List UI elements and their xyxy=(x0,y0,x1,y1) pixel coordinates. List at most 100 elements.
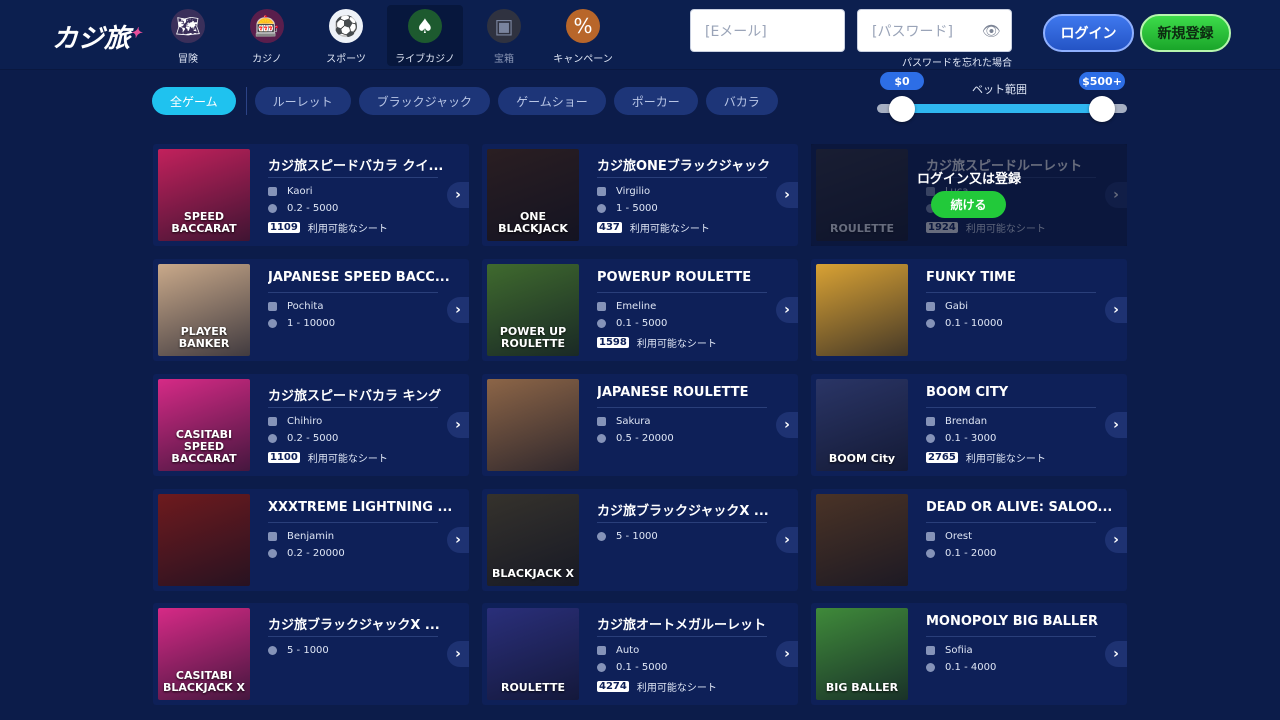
bet-limit: 0.1 - 3000 xyxy=(945,433,997,444)
game-thumbnail[interactable] xyxy=(158,494,250,586)
forgot-password-link[interactable]: パスワードを忘れた場合 xyxy=(902,54,1012,69)
slot-machine-icon: 🎰 xyxy=(250,9,284,43)
eye-icon[interactable]: 👁 xyxy=(982,22,1001,40)
chevron-right-icon[interactable]: › xyxy=(447,412,469,438)
dealer-icon xyxy=(926,302,935,311)
game-card[interactable]: XXXTREME LIGHTNING ... Benjamin 0.2 - 2000… xyxy=(153,489,469,591)
dealer-icon xyxy=(268,187,277,196)
logo[interactable]: カジ旅✦ xyxy=(52,18,142,55)
game-thumbnail[interactable] xyxy=(487,379,579,471)
chevron-right-icon[interactable]: › xyxy=(1105,641,1127,667)
filter-blackjack[interactable]: ブラックジャック xyxy=(358,87,491,115)
game-card[interactable]: FUNKY TIME Gabi 0.1 - 10000 › xyxy=(811,259,1127,361)
chevron-right-icon[interactable]: › xyxy=(1105,412,1127,438)
game-thumbnail[interactable]: BOOM City xyxy=(816,379,908,471)
filter-all-games[interactable]: 全ゲーム xyxy=(152,87,236,115)
game-title[interactable]: MONOPOLY BIG BALLER xyxy=(926,614,1116,629)
game-thumbnail[interactable]: ROULETTE xyxy=(487,608,579,700)
chevron-right-icon[interactable]: › xyxy=(776,527,798,553)
game-card[interactable]: DEAD OR ALIVE: SALOO... Orest 0.1 - 2000 › xyxy=(811,489,1127,591)
bet-min-handle[interactable] xyxy=(889,96,915,122)
chip-icon xyxy=(268,646,277,655)
chevron-right-icon[interactable]: › xyxy=(1105,297,1127,323)
game-thumbnail[interactable]: CASITABI SPEED BACCARAT xyxy=(158,379,250,471)
game-card[interactable]: SPEED BACCARAT カジ旅スピードバカラ クイ... Kaori 0.2 -… xyxy=(153,144,469,246)
bet-limit: 1 - 10000 xyxy=(287,318,336,329)
register-button[interactable]: 新規登録 xyxy=(1140,14,1231,52)
email-field[interactable]: [Eメール] xyxy=(690,9,845,52)
nav-campaign[interactable]: % キャンペーン xyxy=(545,5,621,66)
dealer-icon xyxy=(926,532,935,541)
game-title[interactable]: DEAD OR ALIVE: SALOO... xyxy=(926,500,1116,515)
game-title[interactable]: カジ旅ブラックジャックX ... xyxy=(268,614,458,633)
bet-limit-row: 1 - 10000 xyxy=(268,318,335,329)
chevron-right-icon[interactable]: › xyxy=(1105,527,1127,553)
game-card[interactable]: ONE BLACKJACK カジ旅ONEブラックジャック Virgilio 1 - 5… xyxy=(482,144,798,246)
seats-count: 1100 xyxy=(268,452,300,463)
nav-treasure[interactable]: ▣ 宝箱 xyxy=(466,5,542,66)
filter-baccarat[interactable]: バカラ xyxy=(705,87,778,115)
game-title[interactable]: カジ旅スピードバカラ クイ... xyxy=(268,155,458,174)
game-card[interactable]: POWER UP ROULETTE POWERUP ROULETTE Emeline… xyxy=(482,259,798,361)
game-card[interactable]: BLACKJACK X カジ旅ブラックジャックX ... 5 - 1000 › xyxy=(482,489,798,591)
nav-adventure[interactable]: 🗺 冒険 xyxy=(150,5,226,66)
game-title[interactable]: カジ旅ONEブラックジャック xyxy=(597,155,787,174)
game-thumbnail[interactable]: SPEED BACCARAT xyxy=(158,149,250,241)
chevron-right-icon[interactable]: › xyxy=(776,297,798,323)
game-card[interactable]: JAPANESE ROULETTE Sakura 0.5 - 20000 › xyxy=(482,374,798,476)
chevron-right-icon[interactable]: › xyxy=(447,527,469,553)
game-thumbnail[interactable]: BIG BALLER xyxy=(816,608,908,700)
game-filters: 全ゲーム ルーレット ブラックジャック ゲームショー ポーカー バカラ xyxy=(152,87,786,115)
chevron-right-icon[interactable]: › xyxy=(776,412,798,438)
game-card[interactable]: BOOM City BOOM CITY Brendan 0.1 - 3000 2765 利… xyxy=(811,374,1127,476)
bet-limit: 0.2 - 20000 xyxy=(287,548,345,559)
game-thumbnail[interactable]: POWER UP ROULETTE xyxy=(487,264,579,356)
game-thumbnail[interactable]: CASITABI BLACKJACK X xyxy=(158,608,250,700)
bet-limit-row: 0.1 - 5000 xyxy=(597,318,667,329)
seats-label: 利用可能なシート xyxy=(965,454,1046,465)
game-card[interactable]: BIG BALLER MONOPOLY BIG BALLER Sofiia 0.1 -… xyxy=(811,603,1127,705)
game-card[interactable]: CASITABI SPEED BACCARAT カジ旅スピードバカラ キング Chi… xyxy=(153,374,469,476)
seats-label: 利用可能なシート xyxy=(629,224,710,235)
percent-badge-icon: % xyxy=(566,9,600,43)
dealer-row: Virgilio xyxy=(597,186,650,197)
game-title[interactable]: BOOM CITY xyxy=(926,385,1116,400)
chevron-right-icon[interactable]: › xyxy=(447,641,469,667)
game-thumbnail[interactable]: BLACKJACK X xyxy=(487,494,579,586)
game-card[interactable]: PLAYER BANKER JAPANESE SPEED BACC... Pochi… xyxy=(153,259,469,361)
game-title[interactable]: POWERUP ROULETTE xyxy=(597,270,787,285)
game-card[interactable]: ROULETTE カジ旅オートメガルーレット Auto 0.1 - 5000 4274 利… xyxy=(482,603,798,705)
filter-game-show[interactable]: ゲームショー xyxy=(498,87,606,115)
nav-sports[interactable]: ⚽ スポーツ xyxy=(308,5,384,66)
game-title[interactable]: XXXTREME LIGHTNING ... xyxy=(268,500,458,515)
nav-live-casino[interactable]: ♠ ライブカジノ xyxy=(387,5,463,66)
chevron-right-icon[interactable]: › xyxy=(447,297,469,323)
chevron-right-icon[interactable]: › xyxy=(776,182,798,208)
game-thumbnail[interactable] xyxy=(816,264,908,356)
dealer-name: Pochita xyxy=(287,301,324,312)
game-title[interactable]: カジ旅スピードバカラ キング xyxy=(268,385,458,404)
continue-button[interactable]: 続ける xyxy=(931,191,1006,218)
game-title[interactable]: FUNKY TIME xyxy=(926,270,1116,285)
filter-roulette[interactable]: ルーレット xyxy=(254,87,351,115)
game-title[interactable]: カジ旅ブラックジャックX ... xyxy=(597,500,787,519)
game-thumbnail[interactable] xyxy=(816,494,908,586)
game-thumbnail[interactable]: PLAYER BANKER xyxy=(158,264,250,356)
game-title[interactable]: JAPANESE ROULETTE xyxy=(597,385,787,400)
game-card[interactable]: CASITABI BLACKJACK X カジ旅ブラックジャックX ... 5 - … xyxy=(153,603,469,705)
bet-limit-row: 0.1 - 2000 xyxy=(926,548,996,559)
dealer-row: Sofiia xyxy=(926,645,973,656)
bet-limit-row: 0.2 - 5000 xyxy=(268,433,338,444)
bet-max-handle[interactable] xyxy=(1089,96,1115,122)
game-title[interactable]: カジ旅オートメガルーレット xyxy=(597,614,787,633)
login-button[interactable]: ログイン xyxy=(1043,14,1134,52)
chip-icon xyxy=(268,204,277,213)
seats-label: 利用可能なシート xyxy=(307,454,388,465)
nav-casino[interactable]: 🎰 カジノ xyxy=(229,5,305,66)
filter-poker[interactable]: ポーカー xyxy=(613,87,698,115)
game-thumbnail[interactable]: ONE BLACKJACK xyxy=(487,149,579,241)
game-title[interactable]: JAPANESE SPEED BACC... xyxy=(268,270,458,285)
chevron-right-icon[interactable]: › xyxy=(447,182,469,208)
password-field[interactable]: [パスワード] 👁 xyxy=(857,9,1012,52)
chevron-right-icon[interactable]: › xyxy=(776,641,798,667)
